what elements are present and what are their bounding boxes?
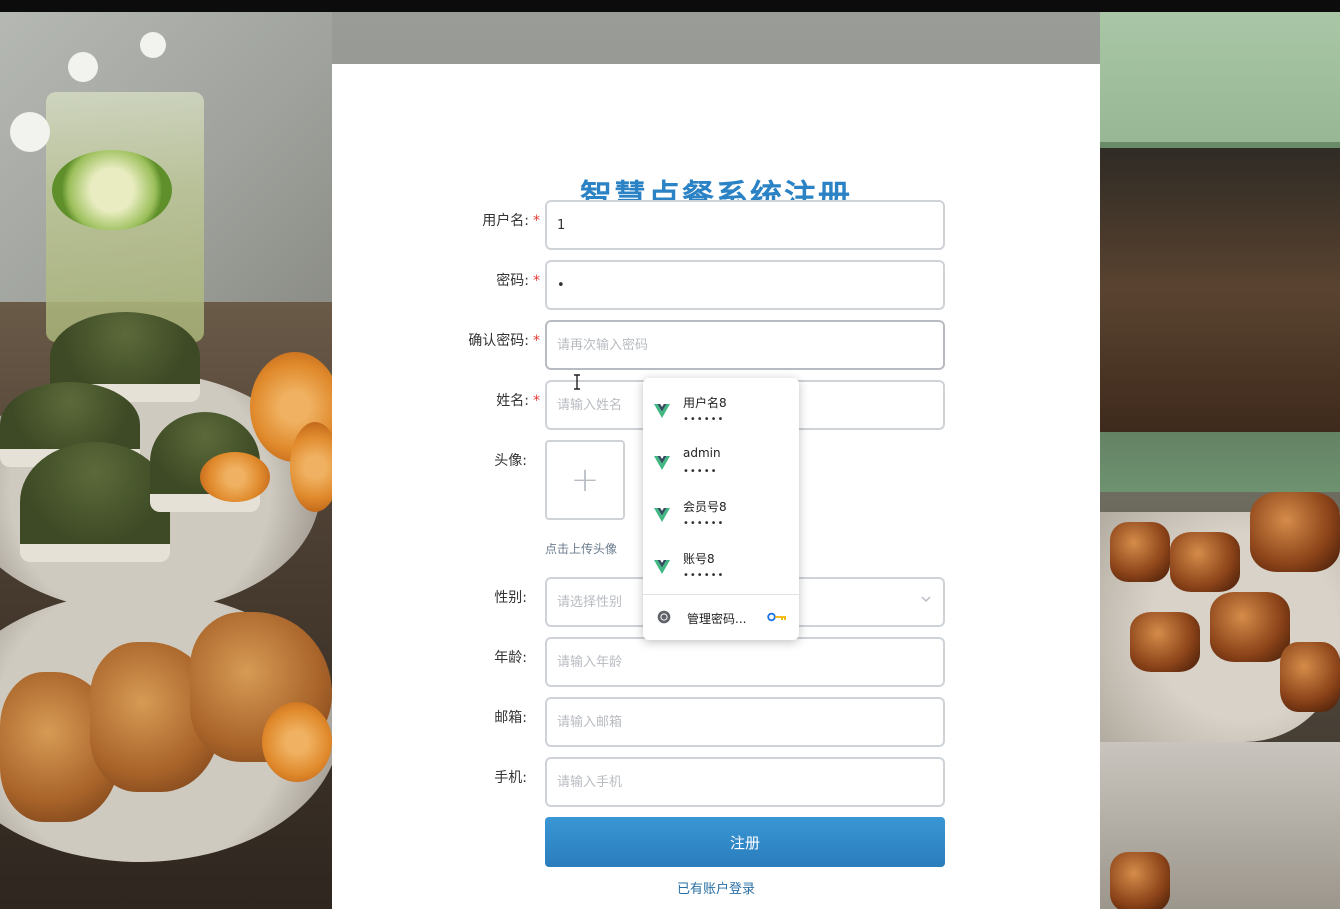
autocomplete-username: 账号8 <box>683 552 715 566</box>
chrome-icon <box>657 610 671 624</box>
required-mark: * <box>533 333 540 349</box>
confirm-password-row: 确认密码: * <box>332 320 1100 370</box>
age-row: 年龄: <box>332 637 1100 687</box>
manage-passwords-button[interactable]: 管理密码... <box>643 600 799 636</box>
password-autocomplete-popup: 用户名8 •••••• admin ••••• 会员号8 •••••• 账号8 … <box>643 378 799 640</box>
plus-icon: + <box>570 460 600 500</box>
required-mark: * <box>533 213 540 229</box>
avatar-upload-button[interactable]: + <box>545 440 625 520</box>
key-icon <box>767 612 786 622</box>
autocomplete-username: 用户名8 <box>683 396 727 410</box>
autocomplete-item[interactable]: 账号8 •••••• <box>643 538 799 590</box>
autocomplete-username: 会员号8 <box>683 500 727 514</box>
password-label: 密码: * <box>496 273 540 289</box>
age-input[interactable] <box>545 637 945 687</box>
password-row: 密码: * <box>332 260 1100 310</box>
confirm-password-input[interactable] <box>545 320 945 370</box>
email-input[interactable] <box>545 697 945 747</box>
gender-label: 性别: <box>494 590 527 606</box>
vue-logo-icon <box>654 404 670 418</box>
email-label: 邮箱: <box>494 710 527 726</box>
chevron-down-icon <box>921 596 931 603</box>
autocomplete-password: ••••• <box>683 466 718 477</box>
phone-label: 手机: <box>494 770 527 786</box>
autocomplete-username: admin <box>683 446 721 460</box>
age-label: 年龄: <box>494 650 527 666</box>
required-mark: * <box>533 273 540 289</box>
avatar-upload-hint: 点击上传头像 <box>545 542 618 556</box>
password-input[interactable] <box>545 260 945 310</box>
autocomplete-item[interactable]: 会员号8 •••••• <box>643 486 799 538</box>
confirm-password-label: 确认密码: * <box>468 333 540 349</box>
login-link-text[interactable]: 已有账户登录 <box>677 882 755 897</box>
autocomplete-password: •••••• <box>683 518 725 529</box>
name-label: 姓名: * <box>496 393 540 409</box>
vue-logo-icon <box>654 508 670 522</box>
vue-logo-icon <box>654 456 670 470</box>
vue-logo-icon <box>654 560 670 574</box>
username-label: 用户名: * <box>482 213 540 229</box>
phone-row: 手机: <box>332 757 1100 807</box>
autocomplete-divider <box>643 594 799 595</box>
autocomplete-item[interactable]: admin ••••• <box>643 434 799 486</box>
login-link[interactable]: 已有账户登录 <box>332 878 1100 897</box>
autocomplete-item[interactable]: 用户名8 •••••• <box>643 382 799 434</box>
username-row: 用户名: * <box>332 200 1100 250</box>
manage-passwords-label: 管理密码... <box>687 612 747 626</box>
username-input[interactable] <box>545 200 945 250</box>
required-mark: * <box>533 393 540 409</box>
register-button[interactable]: 注册 <box>545 817 945 867</box>
screen-top-bar <box>0 0 1340 12</box>
text-cursor-icon <box>574 374 580 390</box>
avatar-label: 头像: <box>494 453 527 469</box>
autocomplete-password: •••••• <box>683 570 725 581</box>
email-row: 邮箱: <box>332 697 1100 747</box>
phone-input[interactable] <box>545 757 945 807</box>
autocomplete-password: •••••• <box>683 414 725 425</box>
